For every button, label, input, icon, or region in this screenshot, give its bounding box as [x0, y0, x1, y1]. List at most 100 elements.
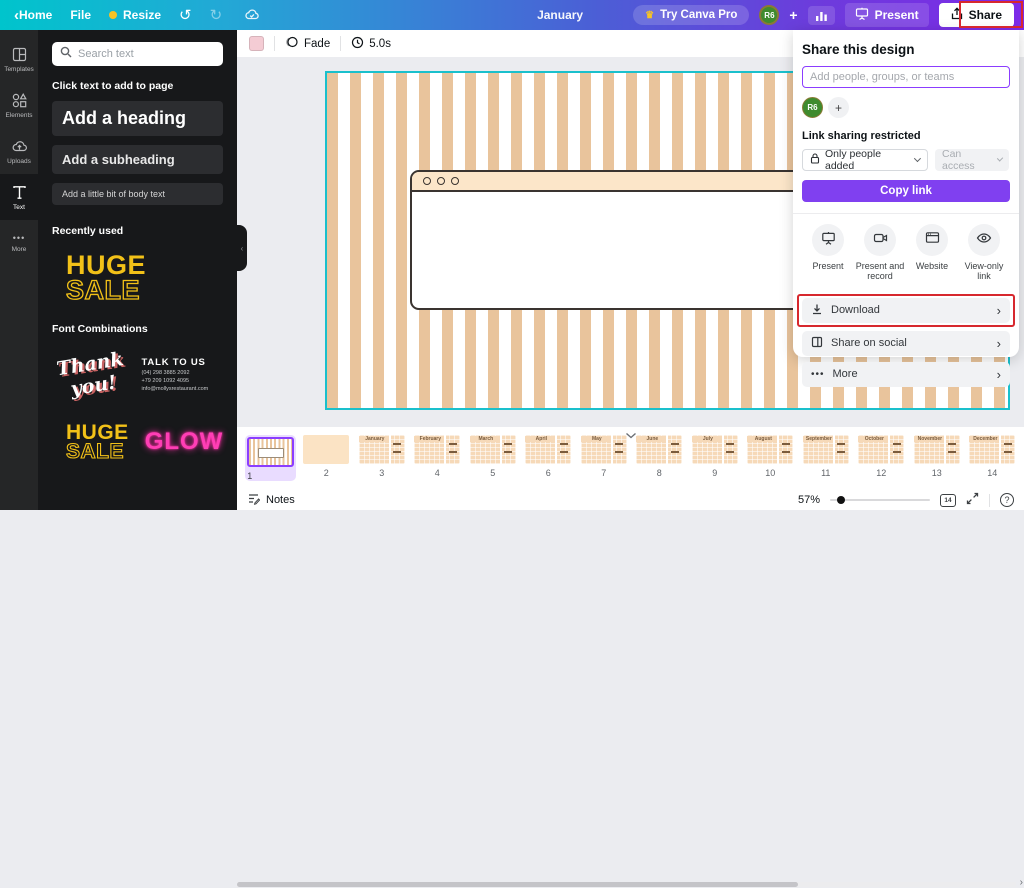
- page-number: 7: [601, 468, 606, 478]
- page-number: 14: [987, 468, 997, 478]
- sidebar-item-templates[interactable]: Templates: [0, 36, 38, 82]
- scroll-right-icon[interactable]: ›: [1020, 877, 1023, 888]
- bar-chart-icon: [815, 9, 828, 22]
- present-button[interactable]: Present: [845, 3, 929, 27]
- avatar[interactable]: R6: [759, 5, 779, 25]
- panel-collapse-handle[interactable]: ‹: [237, 225, 247, 271]
- page-thumbnail-8[interactable]: June 8: [632, 435, 688, 481]
- page-number: 4: [435, 468, 440, 478]
- help-icon[interactable]: ?: [1000, 493, 1014, 507]
- divider: [340, 36, 341, 51]
- thumbnail-image: April: [525, 435, 571, 464]
- grid-view-icon[interactable]: 14: [940, 494, 956, 507]
- insights-button[interactable]: [808, 6, 835, 25]
- duration-label: 5.0s: [369, 38, 391, 50]
- month-label: July: [692, 436, 724, 442]
- page-thumbnail-10[interactable]: August 10: [743, 435, 799, 481]
- download-row[interactable]: Download ›: [802, 298, 1010, 323]
- font-combo-huge-sale[interactable]: HUGE SALE: [66, 423, 129, 462]
- pro-dot-icon: [109, 11, 117, 19]
- notes-button[interactable]: Notes: [247, 492, 295, 508]
- thumbnail-image: December: [969, 435, 1015, 464]
- avatar[interactable]: R6: [802, 97, 823, 118]
- background-color-swatch[interactable]: [249, 36, 264, 51]
- document-title[interactable]: January: [537, 8, 583, 22]
- thumbnail-image: June: [636, 435, 682, 464]
- page-thumbnail-14[interactable]: December 14: [965, 435, 1021, 481]
- window-dot-icon: [451, 177, 459, 185]
- page-thumbnail-7[interactable]: May 7: [576, 435, 632, 481]
- sidebar-item-more[interactable]: ••• More: [0, 220, 38, 266]
- add-person-button[interactable]: +: [828, 97, 849, 118]
- page-thumbnail-2[interactable]: 2: [299, 435, 355, 481]
- month-label: April: [525, 436, 557, 442]
- month-label: October: [858, 436, 890, 442]
- add-people-input[interactable]: [802, 66, 1010, 88]
- add-subheading-button[interactable]: Add a subheading: [52, 145, 223, 174]
- transition-button[interactable]: Fade: [285, 35, 330, 52]
- talk-to-us-title: TALK TO US: [142, 357, 223, 368]
- add-member-icon[interactable]: +: [789, 7, 797, 23]
- try-pro-label: Try Canva Pro: [660, 9, 737, 21]
- more-row[interactable]: ••• More ›: [802, 362, 1010, 387]
- page-thumbnail-6[interactable]: April 6: [521, 435, 577, 481]
- access-dropdown[interactable]: Only people added: [802, 149, 928, 171]
- font-combo-glow[interactable]: GLOW: [145, 428, 224, 456]
- add-body-text-button[interactable]: Add a little bit of body text: [52, 183, 223, 205]
- horizontal-scrollbar[interactable]: [237, 882, 1016, 887]
- page-thumbnail-9[interactable]: July 9: [687, 435, 743, 481]
- quick-action-view-only-link[interactable]: View-only link: [958, 224, 1010, 282]
- fullscreen-icon[interactable]: [966, 492, 979, 508]
- search-input[interactable]: [78, 48, 208, 60]
- chevron-down-icon: [914, 155, 921, 162]
- page-thumbnail-11[interactable]: September 11: [798, 435, 854, 481]
- sale-outline-text: SALE: [66, 442, 129, 461]
- share-button[interactable]: Share: [939, 3, 1014, 27]
- share-on-social-row[interactable]: Share on social ›: [802, 331, 1010, 356]
- page-number: 3: [379, 468, 384, 478]
- try-canva-pro-button[interactable]: ♛ Try Canva Pro: [633, 5, 749, 25]
- share-panel-title: Share this design: [802, 42, 1010, 57]
- recent-text-huge-sale[interactable]: HUGE SALE: [66, 253, 223, 303]
- page-number: 12: [876, 468, 886, 478]
- zoom-value: 57%: [798, 494, 820, 506]
- duration-button[interactable]: 5.0s: [351, 36, 391, 52]
- text-icon: [11, 184, 28, 201]
- zoom-slider[interactable]: [830, 499, 930, 501]
- chevron-right-icon: ›: [997, 367, 1001, 382]
- page-thumbnail-4[interactable]: February 4: [410, 435, 466, 481]
- video-camera-icon: [873, 231, 888, 249]
- redo-icon[interactable]: ↻: [210, 6, 223, 24]
- text-panel: Click text to add to page Add a heading …: [38, 30, 237, 510]
- sidebar-item-uploads[interactable]: Uploads: [0, 128, 38, 174]
- page-number: 13: [932, 468, 942, 478]
- thumbnail-image: January: [359, 435, 405, 464]
- quick-action-present-and-record[interactable]: Present and record: [854, 224, 906, 282]
- page-thumbnail-5[interactable]: March 5: [465, 435, 521, 481]
- file-menu-button[interactable]: File: [70, 8, 91, 22]
- thumbnail-image: March: [470, 435, 516, 464]
- uploads-icon: [11, 138, 28, 155]
- copy-link-button[interactable]: Copy link: [802, 180, 1010, 202]
- sidebar-item-text[interactable]: Text: [0, 174, 38, 220]
- font-combo-thank-you[interactable]: Thank you! TALK TO US (04) 298 3885 2092…: [52, 353, 223, 397]
- resize-button[interactable]: Resize: [109, 8, 161, 22]
- search-box[interactable]: [52, 42, 223, 66]
- phone-line: +79 209 1092 4095: [142, 378, 223, 384]
- sidebar-item-elements[interactable]: Elements: [0, 82, 38, 128]
- page-thumbnail-1[interactable]: 1: [243, 435, 299, 481]
- collapse-chevron-icon: ‹: [241, 244, 244, 253]
- window-dot-icon: [423, 177, 431, 185]
- permission-dropdown-value: Can access: [942, 148, 988, 172]
- undo-icon[interactable]: ↺: [179, 6, 192, 24]
- home-button[interactable]: ‹ Home: [14, 7, 52, 24]
- quick-action-website[interactable]: Website: [906, 224, 958, 282]
- add-heading-button[interactable]: Add a heading: [52, 101, 223, 136]
- zoom-slider-knob[interactable]: [837, 496, 845, 504]
- page-thumbnail-3[interactable]: January 3: [354, 435, 410, 481]
- permission-dropdown[interactable]: Can access: [935, 149, 1009, 171]
- page-thumbnail-12[interactable]: October 12: [854, 435, 910, 481]
- page-thumbnail-13[interactable]: November 13: [909, 435, 965, 481]
- quick-action-present[interactable]: Present: [802, 224, 854, 282]
- collapse-thumbnails-button[interactable]: [625, 426, 637, 444]
